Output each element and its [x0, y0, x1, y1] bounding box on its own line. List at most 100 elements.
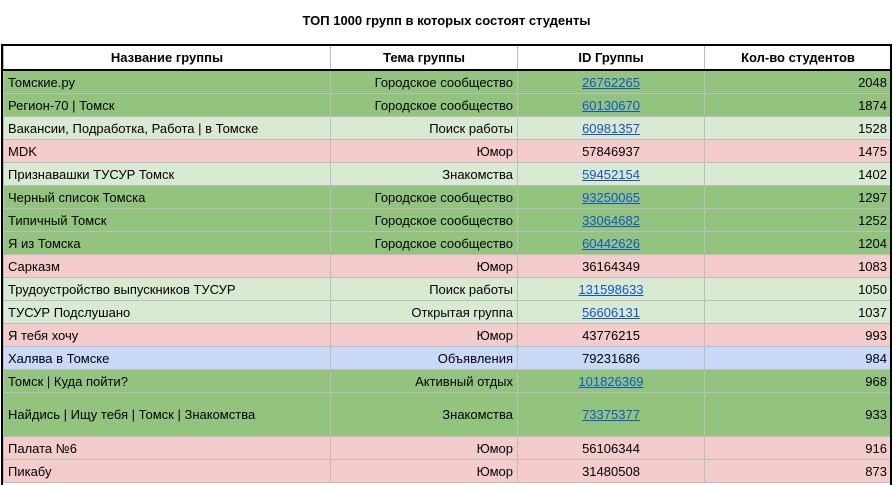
- cell-student-count[interactable]: 1037: [704, 300, 892, 324]
- group-id-link[interactable]: 60442626: [582, 236, 640, 251]
- table-body: Томские.ру Городское сообщество 26762265 20…: [3, 69, 892, 483]
- cell-group-name[interactable]: MDK: [3, 139, 331, 163]
- cell-group-name[interactable]: Пикабу: [3, 459, 331, 483]
- cell-group-name[interactable]: Регион-70 | Томск: [3, 93, 331, 117]
- group-id-link[interactable]: 60130670: [582, 98, 640, 113]
- cell-student-count[interactable]: 1204: [704, 231, 892, 255]
- table-row: Найдись | Ищу тебя | Томск | Знакомства З…: [3, 392, 892, 437]
- table-row: Я из Томска Городское сообщество 60442626 1…: [3, 231, 892, 255]
- group-id-link[interactable]: 73375377: [582, 407, 640, 422]
- cell-student-count[interactable]: 1297: [704, 185, 892, 209]
- cell-group-name[interactable]: Признавашки ТУСУР Томск: [3, 162, 331, 186]
- cell-group-topic[interactable]: Городское сообщество: [330, 208, 518, 232]
- group-id-link[interactable]: 33064682: [582, 213, 640, 228]
- header-name[interactable]: Название группы: [3, 44, 331, 71]
- cell-group-topic[interactable]: Объявления: [330, 346, 518, 370]
- cell-group-topic[interactable]: Знакомства: [330, 162, 518, 186]
- group-id-link[interactable]: 93250065: [582, 190, 640, 205]
- cell-group-id[interactable]: 56606131: [517, 300, 705, 324]
- cell-group-id[interactable]: 26762265: [517, 69, 705, 94]
- cell-group-topic[interactable]: Юмор: [330, 323, 518, 347]
- cell-student-count[interactable]: 1475: [704, 139, 892, 163]
- cell-student-count[interactable]: 968: [704, 369, 892, 393]
- cell-student-count[interactable]: 1083: [704, 254, 892, 278]
- cell-student-count[interactable]: 1402: [704, 162, 892, 186]
- table-row: Халява в Томске Объявления 79231686 984: [3, 346, 892, 370]
- cell-group-name[interactable]: ТУСУР Подслушано: [3, 300, 331, 324]
- group-id-link[interactable]: 60981357: [582, 121, 640, 136]
- cell-group-id[interactable]: 131598633: [517, 277, 705, 301]
- group-id-link[interactable]: 26762265: [582, 75, 640, 90]
- cell-group-name[interactable]: Типичный Томск: [3, 208, 331, 232]
- cell-group-id[interactable]: 73375377: [517, 392, 705, 437]
- cell-student-count[interactable]: 1050: [704, 277, 892, 301]
- table-row: Вакансии, Подработка, Работа | в Томске П…: [3, 116, 892, 140]
- table-row: Черный список Томска Городское сообщество…: [3, 185, 892, 209]
- cell-group-name[interactable]: Я из Томска: [3, 231, 331, 255]
- table-row: Пикабу Юмор 31480508 873: [3, 459, 892, 483]
- cell-group-id[interactable]: 56106344: [517, 436, 705, 460]
- cell-group-topic[interactable]: Активный отдых: [330, 369, 518, 393]
- cell-group-name[interactable]: Черный список Томска: [3, 185, 331, 209]
- cell-group-topic[interactable]: Городское сообщество: [330, 185, 518, 209]
- cell-group-topic[interactable]: Юмор: [330, 139, 518, 163]
- cell-group-id[interactable]: 57846937: [517, 139, 705, 163]
- cell-student-count[interactable]: 984: [704, 346, 892, 370]
- table-right-border: [890, 44, 892, 485]
- sheet-title: ТОП 1000 групп в которых состоят студент…: [302, 13, 591, 28]
- cell-group-name[interactable]: Трудоустройство выпускников ТУСУР: [3, 277, 331, 301]
- cell-student-count[interactable]: 1252: [704, 208, 892, 232]
- cell-group-topic[interactable]: Юмор: [330, 436, 518, 460]
- cell-student-count[interactable]: 916: [704, 436, 892, 460]
- cell-group-topic[interactable]: Открытая группа: [330, 300, 518, 324]
- cell-group-id[interactable]: 79231686: [517, 346, 705, 370]
- group-id-link[interactable]: 101826369: [578, 374, 643, 389]
- group-id-link[interactable]: 131598633: [578, 282, 643, 297]
- cell-group-id[interactable]: 36164349: [517, 254, 705, 278]
- header-count[interactable]: Кол-во студентов: [704, 44, 892, 71]
- cell-group-id[interactable]: 60981357: [517, 116, 705, 140]
- table-row: Трудоустройство выпускников ТУСУР Поиск р…: [3, 277, 892, 301]
- cell-group-id[interactable]: 43776215: [517, 323, 705, 347]
- cell-group-id[interactable]: 60442626: [517, 231, 705, 255]
- header-id[interactable]: ID Группы: [517, 44, 705, 71]
- cell-group-name[interactable]: Томск | Куда пойти?: [3, 369, 331, 393]
- cell-group-topic[interactable]: Юмор: [330, 254, 518, 278]
- table-row: Я тебя хочу Юмор 43776215 993: [3, 323, 892, 347]
- cell-group-name[interactable]: Я тебя хочу: [3, 323, 331, 347]
- cell-group-id[interactable]: 60130670: [517, 93, 705, 117]
- cell-group-id[interactable]: 31480508: [517, 459, 705, 483]
- cell-group-topic[interactable]: Городское сообщество: [330, 93, 518, 117]
- cell-student-count[interactable]: 2048: [704, 69, 892, 94]
- table-left-border: [1, 44, 3, 485]
- cell-student-count[interactable]: 1528: [704, 116, 892, 140]
- table-row: MDK Юмор 57846937 1475: [3, 139, 892, 163]
- cell-group-name[interactable]: Сарказм: [3, 254, 331, 278]
- cell-group-name[interactable]: Томские.ру: [3, 69, 331, 94]
- cell-group-topic[interactable]: Поиск работы: [330, 116, 518, 140]
- cell-group-id[interactable]: 101826369: [517, 369, 705, 393]
- cell-group-name[interactable]: Найдись | Ищу тебя | Томск | Знакомства: [3, 392, 331, 437]
- header-topic[interactable]: Тема группы: [330, 44, 518, 71]
- cell-group-id[interactable]: 59452154: [517, 162, 705, 186]
- cell-group-topic[interactable]: Городское сообщество: [330, 231, 518, 255]
- table-row: Томские.ру Городское сообщество 26762265 20…: [3, 69, 892, 94]
- table-row: Томск | Куда пойти? Активный отдых 1018263…: [3, 369, 892, 393]
- table-row: Признавашки ТУСУР Томск Знакомства 5945215…: [3, 162, 892, 186]
- cell-group-id[interactable]: 33064682: [517, 208, 705, 232]
- cell-group-topic[interactable]: Поиск работы: [330, 277, 518, 301]
- cell-student-count[interactable]: 1874: [704, 93, 892, 117]
- group-id-link[interactable]: 59452154: [582, 167, 640, 182]
- cell-group-name[interactable]: Халява в Томске: [3, 346, 331, 370]
- cell-student-count[interactable]: 933: [704, 392, 892, 437]
- cell-student-count[interactable]: 873: [704, 459, 892, 483]
- cell-group-topic[interactable]: Знакомства: [330, 392, 518, 437]
- cell-group-name[interactable]: Палата №6: [3, 436, 331, 460]
- cell-group-topic[interactable]: Юмор: [330, 459, 518, 483]
- cell-group-topic[interactable]: Городское сообщество: [330, 69, 518, 94]
- cell-group-name[interactable]: Вакансии, Подработка, Работа | в Томске: [3, 116, 331, 140]
- group-id-link[interactable]: 56606131: [582, 305, 640, 320]
- cell-student-count[interactable]: 993: [704, 323, 892, 347]
- cell-group-id[interactable]: 93250065: [517, 185, 705, 209]
- header-row: Название группы Тема группы ID Группы Ко…: [3, 44, 892, 71]
